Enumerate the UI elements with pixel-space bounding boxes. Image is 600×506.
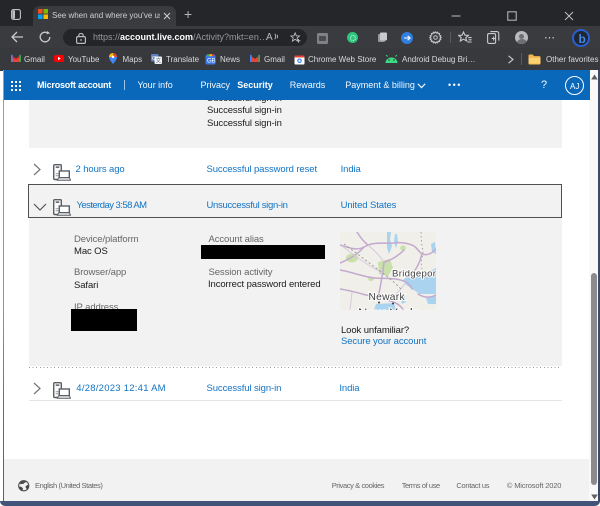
svg-text:G: G [152, 56, 156, 62]
svg-text:Bridgepor: Bridgepor [392, 268, 436, 279]
svg-text:GB: GB [207, 58, 216, 64]
svg-text:文: 文 [156, 57, 162, 64]
svg-text:New York: New York [358, 305, 417, 310]
svg-text:Newark: Newark [369, 292, 406, 303]
